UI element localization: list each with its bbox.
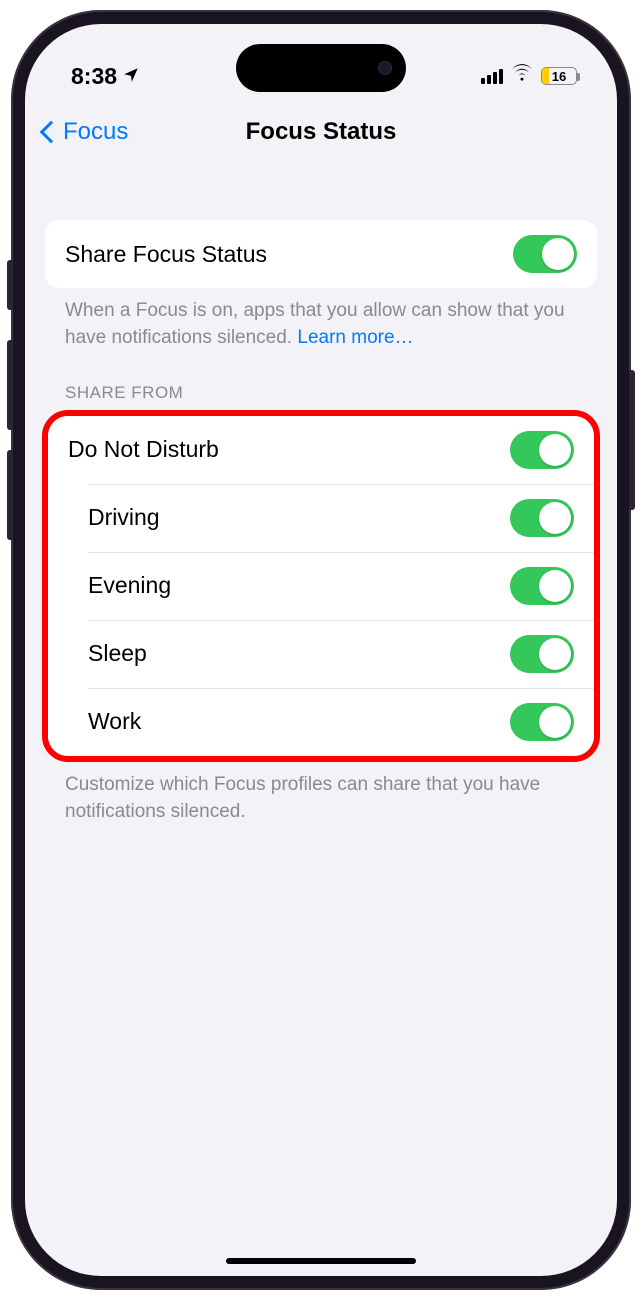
home-indicator[interactable] (226, 1258, 416, 1264)
focus-toggle-evening[interactable] (510, 567, 574, 605)
screen: 8:38 16 Focus (25, 24, 617, 1276)
content: Share Focus Status When a Focus is on, a… (25, 162, 617, 825)
cellular-icon (481, 68, 503, 84)
learn-more-link[interactable]: Learn more… (297, 327, 413, 348)
focus-row-work[interactable]: Work (68, 688, 594, 756)
focus-label: Evening (88, 572, 171, 599)
share-from-group: Do Not Disturb Driving Evening Sleep (48, 416, 594, 756)
focus-row-do-not-disturb[interactable]: Do Not Disturb (48, 416, 594, 484)
share-from-footer: Customize which Focus profiles can share… (45, 762, 597, 825)
battery-icon: 16 (541, 67, 577, 85)
highlight-annotation: Do Not Disturb Driving Evening Sleep (42, 410, 600, 762)
location-icon (122, 63, 140, 90)
dynamic-island (236, 44, 406, 92)
focus-label: Driving (88, 504, 160, 531)
share-focus-status-row[interactable]: Share Focus Status (45, 220, 597, 288)
wifi-icon (511, 64, 533, 88)
share-focus-status-label: Share Focus Status (65, 241, 267, 268)
share-status-group: Share Focus Status (45, 220, 597, 288)
back-label: Focus (63, 118, 128, 146)
share-focus-status-toggle[interactable] (513, 235, 577, 273)
phone-frame: 8:38 16 Focus (11, 10, 631, 1290)
focus-toggle-sleep[interactable] (510, 635, 574, 673)
focus-row-evening[interactable]: Evening (68, 552, 594, 620)
focus-row-driving[interactable]: Driving (68, 484, 594, 552)
back-button[interactable]: Focus (43, 118, 128, 146)
camera-dot (378, 61, 392, 75)
battery-percent: 16 (542, 69, 576, 84)
focus-row-sleep[interactable]: Sleep (68, 620, 594, 688)
chevron-left-icon (40, 121, 63, 144)
focus-label: Sleep (88, 640, 147, 667)
focus-label: Do Not Disturb (68, 436, 219, 463)
status-left: 8:38 (71, 63, 140, 90)
focus-toggle-driving[interactable] (510, 499, 574, 537)
navigation-bar: Focus Focus Status (25, 102, 617, 162)
status-right: 16 (481, 64, 577, 88)
focus-toggle-work[interactable] (510, 703, 574, 741)
power-button (629, 370, 635, 510)
status-time: 8:38 (71, 63, 117, 90)
page-title: Focus Status (246, 118, 397, 146)
focus-label: Work (88, 708, 141, 735)
focus-toggle-do-not-disturb[interactable] (510, 431, 574, 469)
share-from-header: Share From (45, 351, 597, 413)
share-status-footer: When a Focus is on, apps that you allow … (45, 288, 597, 351)
